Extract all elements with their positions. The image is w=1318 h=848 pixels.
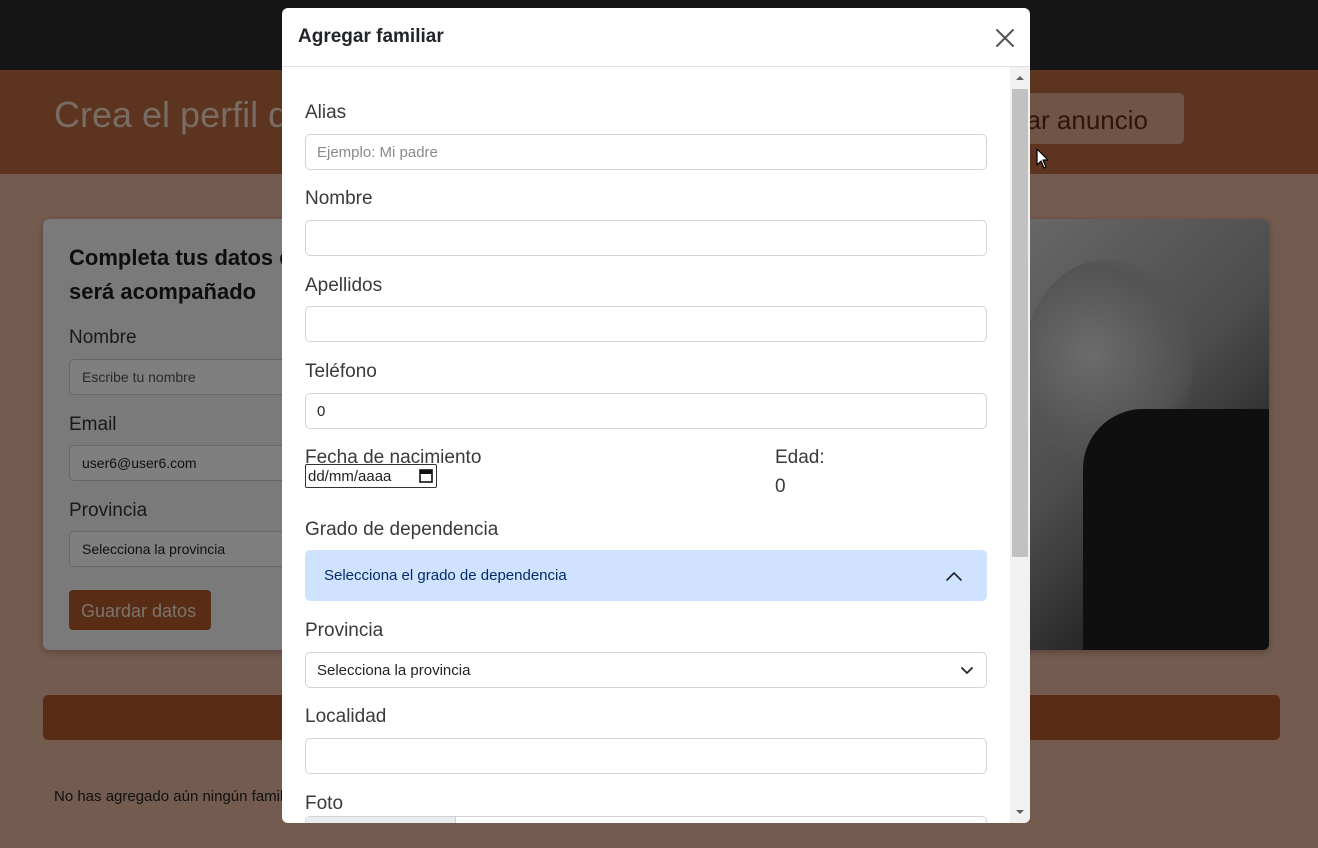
calendar-icon[interactable] — [419, 468, 433, 483]
grado-select-value: Selecciona el grado de dependencia — [324, 567, 567, 584]
grado-dependencia-select[interactable]: Selecciona el grado de dependencia — [305, 550, 987, 601]
modal-body: Alias Ejemplo: Mi padre Nombre Apellidos… — [282, 67, 1010, 823]
provincia-select-value: Selecciona la provincia — [317, 662, 471, 679]
apellidos-label: Apellidos — [305, 275, 383, 296]
telefono-input[interactable]: 0 — [305, 393, 987, 429]
modal-scrollbar[interactable] — [1010, 67, 1030, 823]
modal-header: Agregar familiar — [282, 8, 1030, 67]
grado-label: Grado de dependencia — [305, 519, 499, 540]
scroll-thumb[interactable] — [1012, 89, 1028, 557]
provincia-select[interactable]: Selecciona la provincia — [305, 652, 987, 688]
close-icon[interactable] — [994, 27, 1016, 49]
edad-value: 0 — [775, 476, 786, 497]
scroll-up-arrow-icon[interactable] — [1010, 71, 1030, 85]
nombre-label: Nombre — [305, 188, 373, 209]
alias-input[interactable]: Ejemplo: Mi padre — [305, 134, 987, 170]
localidad-input[interactable] — [305, 738, 987, 774]
edad-label: Edad: — [775, 447, 825, 468]
choose-file-button[interactable] — [306, 817, 456, 823]
localidad-label: Localidad — [305, 706, 387, 727]
foto-file-input[interactable] — [305, 816, 987, 823]
chevron-up-icon — [946, 572, 962, 581]
birthdate-input[interactable]: dd/mm/aaaa — [305, 464, 437, 488]
scroll-down-arrow-icon[interactable] — [1010, 805, 1030, 819]
modal-title: Agregar familiar — [298, 26, 444, 47]
alias-label: Alias — [305, 102, 347, 123]
mouse-cursor-icon — [1036, 148, 1049, 169]
foto-label: Foto — [305, 793, 344, 814]
telefono-label: Teléfono — [305, 361, 377, 382]
apellidos-input[interactable] — [305, 306, 987, 342]
add-family-modal: Agregar familiar Alias Ejemplo: Mi padre… — [282, 8, 1030, 823]
nombre-input[interactable] — [305, 220, 987, 256]
chevron-down-icon — [961, 667, 973, 674]
provincia-label: Provincia — [305, 620, 384, 641]
birthdate-placeholder: dd/mm/aaaa — [308, 468, 392, 485]
